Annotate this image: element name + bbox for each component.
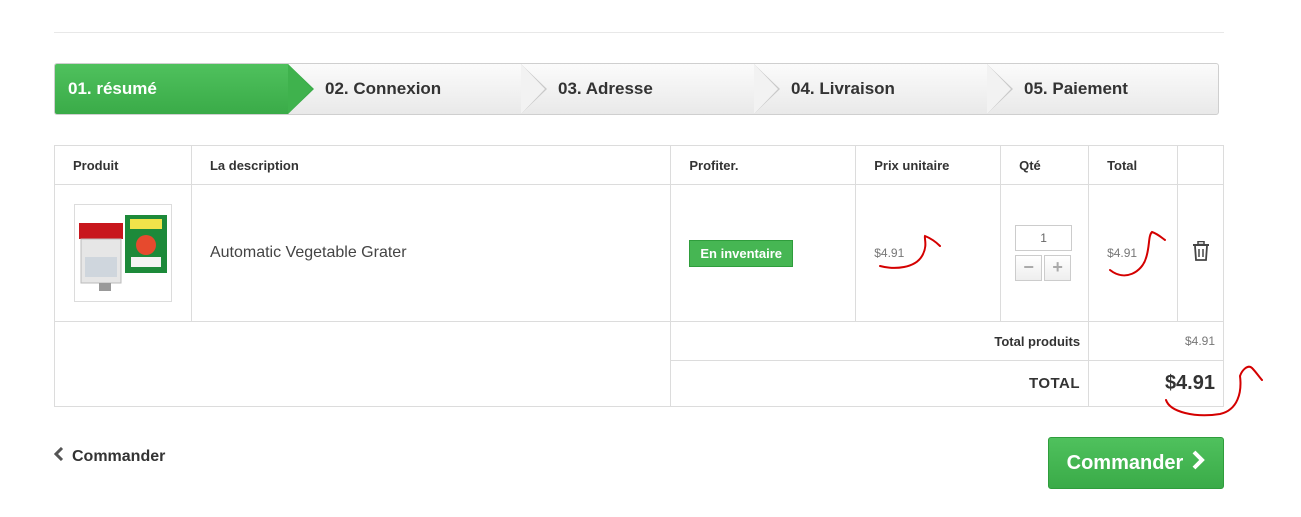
decrease-qty-button[interactable]: − bbox=[1015, 255, 1043, 281]
header-product: Produit bbox=[54, 145, 192, 185]
table-header-row: Produit La description Profiter. Prix un… bbox=[54, 145, 1224, 185]
step-label: 04. Livraison bbox=[791, 79, 895, 98]
grand-total-label: TOTAL bbox=[670, 360, 1090, 407]
trash-icon[interactable] bbox=[1192, 240, 1210, 265]
grand-total-value: $4.91 bbox=[1088, 360, 1224, 407]
header-unit-price: Prix unitaire bbox=[855, 145, 1002, 185]
chevron-right-icon bbox=[1191, 450, 1206, 476]
chevron-left-icon bbox=[53, 446, 64, 466]
qty-cell: 1 − + bbox=[1000, 184, 1090, 322]
product-description[interactable]: Automatic Vegetable Grater bbox=[190, 184, 672, 322]
delete-cell bbox=[1177, 184, 1224, 322]
step-summary[interactable]: 01. résumé bbox=[55, 64, 314, 114]
header-total: Total bbox=[1088, 145, 1178, 185]
back-link-label: Commander bbox=[72, 447, 166, 465]
checkout-button-label: Commander bbox=[1066, 451, 1184, 474]
step-label: 05. Paiement bbox=[1024, 79, 1128, 98]
total-products-label: Total produits bbox=[670, 321, 1090, 361]
products-total-row: Total produits $4.91 bbox=[53, 321, 1224, 407]
step-label: 01. résumé bbox=[68, 79, 157, 98]
back-to-shopping-link[interactable]: Commander bbox=[53, 446, 166, 466]
top-divider bbox=[54, 32, 1224, 33]
step-login[interactable]: 02. Connexion bbox=[288, 64, 547, 114]
summary-spacer bbox=[53, 321, 672, 407]
step-label: 03. Adresse bbox=[558, 79, 653, 98]
unit-price: $4.91 bbox=[855, 184, 1002, 322]
header-description: La description bbox=[190, 145, 672, 185]
quantity-input[interactable]: 1 bbox=[1015, 225, 1073, 251]
checkout-button[interactable]: Commander bbox=[1048, 437, 1224, 489]
step-label: 02. Connexion bbox=[325, 79, 442, 98]
stock-badge: En inventaire bbox=[689, 239, 793, 267]
increase-qty-button[interactable]: + bbox=[1044, 255, 1072, 281]
product-thumbnail[interactable] bbox=[74, 204, 172, 302]
line-total: $4.91 bbox=[1088, 184, 1178, 322]
plus-icon: + bbox=[1052, 257, 1063, 277]
step-address[interactable]: 03. Adresse bbox=[521, 64, 780, 114]
minus-icon: − bbox=[1023, 257, 1034, 277]
total-products-value: $4.91 bbox=[1088, 321, 1224, 361]
header-qty: Qté bbox=[1000, 145, 1090, 185]
header-actions bbox=[1177, 145, 1224, 185]
cart-table: Produit La description Profiter. Prix un… bbox=[53, 145, 1224, 407]
table-row: Automatic Vegetable Grater En inventaire… bbox=[54, 184, 1224, 322]
product-image bbox=[79, 215, 167, 291]
product-thumbnail-cell bbox=[54, 184, 192, 322]
checkout-steps: 01. résumé 02. Connexion 03. Adresse 04.… bbox=[54, 63, 1219, 115]
availability-cell: En inventaire bbox=[670, 184, 857, 322]
step-shipping[interactable]: 04. Livraison bbox=[754, 64, 1013, 114]
header-availability: Profiter. bbox=[670, 145, 857, 185]
step-payment[interactable]: 05. Paiement bbox=[987, 64, 1218, 114]
